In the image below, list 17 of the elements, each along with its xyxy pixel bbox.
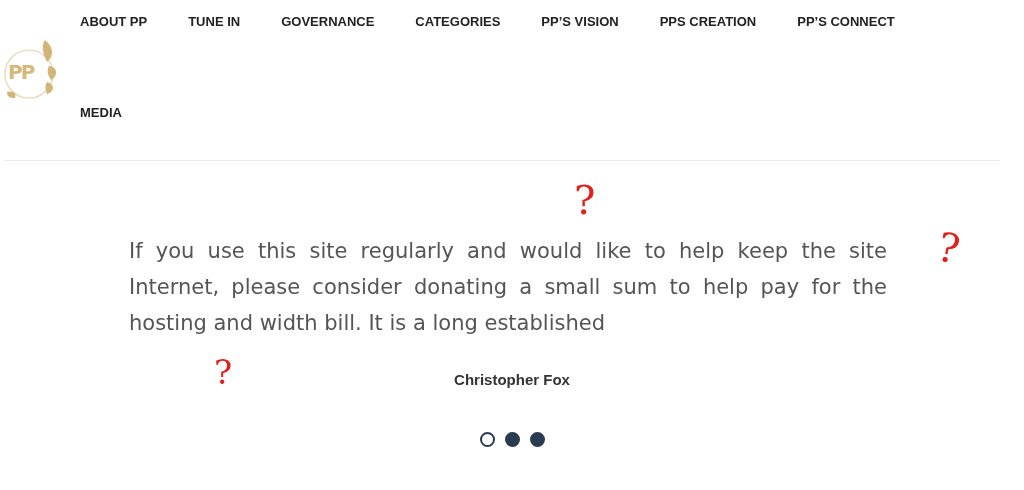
slider-dot[interactable] [529,432,545,447]
nav-link[interactable]: ABOUT PP [80,14,148,60]
quote-text: If you use this site regularly and would like to help keep the site Internet, please consider donating a small sum to help pay for the hosting and width bill. It is a long established [129,238,887,337]
slider-dot[interactable] [479,432,495,447]
annotation-mark: ? [214,355,233,389]
annotation-mark: ? [574,180,596,220]
author-name: Christopher Fox [454,371,570,388]
logo-text: PP [8,60,34,84]
slider-dot[interactable] [504,432,520,447]
nav-link[interactable]: PP’S VISION [541,14,619,60]
nav-link[interactable]: MEDIA [80,105,122,151]
nav-link[interactable]: PP’S CONNECT [797,14,895,60]
annotation-mark: ? [934,226,964,270]
nav-link[interactable]: CATEGORIES [415,14,501,60]
nav-link[interactable]: PPS CREATION [659,14,757,60]
nav-link[interactable]: TUNE IN [188,14,241,60]
nav-link[interactable]: GOVERNANCE [281,14,375,60]
